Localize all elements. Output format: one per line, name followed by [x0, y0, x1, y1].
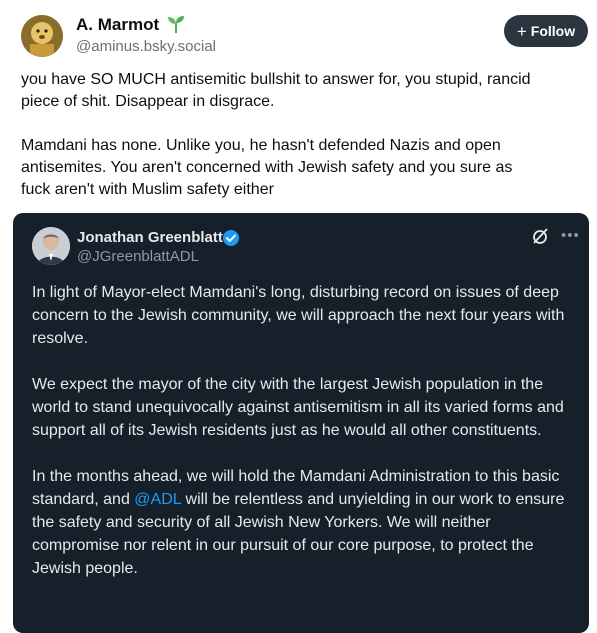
post-card: A. Marmot @aminus.bsky.social + Follow y…: [0, 0, 597, 633]
quoted-author-avatar[interactable]: [32, 227, 70, 265]
post-paragraph: you have SO MUCH antisemitic bullshit to…: [21, 71, 531, 110]
quoted-post[interactable]: Jonathan Greenblatt @JGreenblattADL ••• …: [13, 213, 589, 633]
author-handle[interactable]: @aminus.bsky.social: [76, 38, 216, 55]
author-avatar[interactable]: [21, 15, 63, 57]
quoted-author-name[interactable]: Jonathan Greenblatt: [77, 229, 223, 246]
adl-mention-link[interactable]: @ADL: [134, 491, 181, 508]
quote-paragraph: In light of Mayor-elect Mamdani's long, …: [32, 284, 565, 347]
quoted-post-text: In light of Mayor-elect Mamdani's long, …: [32, 281, 580, 580]
quote-paragraph: In the months ahead, we will hold the Ma…: [32, 465, 580, 580]
grok-icon[interactable]: [531, 227, 549, 245]
follow-button[interactable]: + Follow: [504, 15, 588, 47]
quoted-author-handle[interactable]: @JGreenblattADL: [77, 248, 199, 265]
verified-badge-icon: [222, 229, 240, 247]
plus-icon: +: [516, 21, 527, 41]
author-name[interactable]: A. Marmot: [76, 15, 159, 35]
quote-paragraph: We expect the mayor of the city with the…: [32, 376, 564, 439]
more-options-icon[interactable]: •••: [561, 227, 580, 245]
post-paragraph: Mamdani has none. Unlike you, he hasn't …: [21, 137, 513, 198]
seedling-icon: [166, 14, 186, 34]
post-text: you have SO MUCH antisemitic bullshit to…: [21, 69, 593, 201]
follow-label: Follow: [530, 23, 576, 39]
